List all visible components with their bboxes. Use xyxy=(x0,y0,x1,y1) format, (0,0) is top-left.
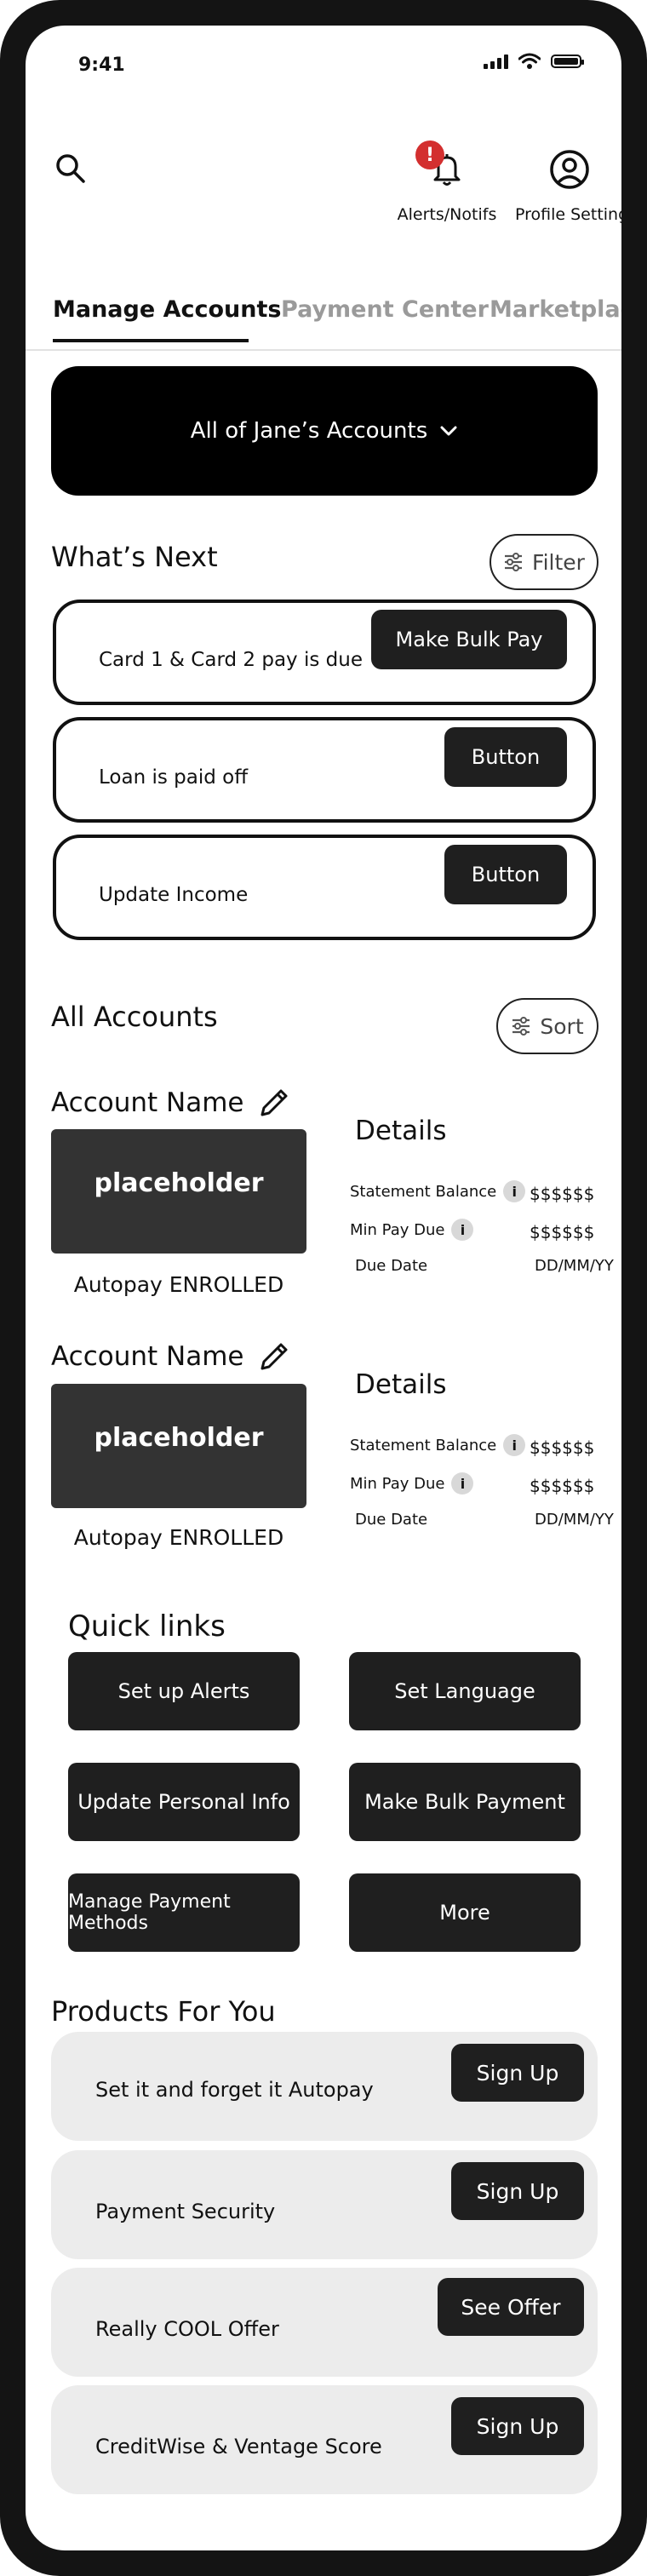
detail-value: $$$$$$ xyxy=(530,1476,595,1496)
quick-link-set-language[interactable]: Set Language xyxy=(349,1652,581,1730)
quick-links-title: Quick links xyxy=(68,1609,226,1644)
sign-up-button[interactable]: Sign Up xyxy=(451,2397,584,2455)
statement-balance-row: Statement Balance i xyxy=(350,1434,526,1456)
detail-label: Statement Balance xyxy=(350,1182,497,1201)
profile-label: Profile Settings xyxy=(515,205,621,224)
quick-link-make-bulk-payment[interactable]: Make Bulk Payment xyxy=(349,1763,581,1841)
min-pay-due-row: Min Pay Due i xyxy=(350,1219,474,1241)
update-income-button[interactable]: Button xyxy=(444,845,567,904)
quick-link-update-personal-info[interactable]: Update Personal Info xyxy=(68,1763,300,1841)
account-name-label: Account Name xyxy=(51,1087,244,1118)
account-image-placeholder: placeholder xyxy=(51,1129,306,1254)
detail-label: Statement Balance xyxy=(350,1436,497,1454)
details-title: Details xyxy=(355,1369,447,1400)
whats-next-text: Card 1 & Card 2 pay is due xyxy=(99,649,363,671)
statement-balance-row: Statement Balance i xyxy=(350,1180,526,1202)
loan-action-button[interactable]: Button xyxy=(444,727,567,787)
detail-value: $$$$$$ xyxy=(530,1184,595,1204)
filter-button[interactable]: Filter xyxy=(490,534,598,590)
due-date-row: Due Date xyxy=(355,1511,427,1529)
info-icon[interactable]: i xyxy=(451,1472,474,1495)
profile-icon xyxy=(550,150,589,189)
phone-screen: 9:41 ! Alerts/Notifs Profile Setting xyxy=(26,26,621,2550)
whats-next-title: What’s Next xyxy=(51,541,218,573)
product-card: CreditWise & Ventage Score Sign Up xyxy=(51,2385,598,2494)
tab-divider xyxy=(26,349,621,351)
whats-next-card: Update Income Button xyxy=(53,835,596,940)
autopay-status: Autopay ENROLLED xyxy=(73,1272,284,1297)
sort-button[interactable]: Sort xyxy=(496,998,598,1054)
detail-value: DD/MM/YY xyxy=(535,1511,614,1529)
product-text: Payment Security xyxy=(95,2200,276,2223)
filter-label: Filter xyxy=(532,549,585,575)
quick-link-set-up-alerts[interactable]: Set up Alerts xyxy=(68,1652,300,1730)
active-tab-indicator xyxy=(53,339,249,342)
tab-marketplace[interactable]: Marketplace xyxy=(490,296,621,323)
sort-label: Sort xyxy=(540,1013,584,1039)
search-icon[interactable] xyxy=(54,152,88,186)
quick-link-more[interactable]: More xyxy=(349,1873,581,1952)
detail-value: $$$$$$ xyxy=(530,1437,595,1458)
all-accounts-title: All Accounts xyxy=(51,1001,218,1033)
product-card: Really COOL Offer See Offer xyxy=(51,2268,598,2377)
product-text: Set it and forget it Autopay xyxy=(95,2078,374,2102)
sign-up-button[interactable]: Sign Up xyxy=(451,2044,584,2102)
info-icon[interactable]: i xyxy=(451,1219,474,1241)
products-title: Products For You xyxy=(51,1995,276,2028)
account-name-label: Account Name xyxy=(51,1341,244,1372)
due-date-row: Due Date xyxy=(355,1257,427,1275)
account-name: Account Name xyxy=(51,1086,291,1120)
signal-icon xyxy=(484,54,508,69)
autopay-status: Autopay ENROLLED xyxy=(73,1525,284,1550)
alerts-button[interactable]: ! Alerts/Notifs xyxy=(383,115,511,234)
whats-next-text: Loan is paid off xyxy=(99,766,249,789)
product-card: Set it and forget it Autopay Sign Up xyxy=(51,2032,598,2141)
alert-badge: ! xyxy=(415,141,444,169)
info-icon[interactable]: i xyxy=(503,1180,526,1202)
account-name: Account Name xyxy=(51,1340,291,1374)
detail-value: $$$$$$ xyxy=(530,1222,595,1242)
pencil-icon[interactable] xyxy=(257,1086,291,1120)
details-title: Details xyxy=(355,1116,447,1146)
chevron-down-icon xyxy=(440,426,457,436)
make-bulk-pay-button[interactable]: Make Bulk Pay xyxy=(371,610,567,669)
account-image-placeholder: placeholder xyxy=(51,1384,306,1508)
account-selector[interactable]: All of Jane’s Accounts xyxy=(51,366,598,496)
whats-next-text: Update Income xyxy=(99,884,249,906)
wifi-icon xyxy=(518,53,541,69)
info-icon[interactable]: i xyxy=(503,1434,526,1456)
status-icons xyxy=(484,53,584,70)
alerts-label: Alerts/Notifs xyxy=(397,205,497,224)
product-text: Really COOL Offer xyxy=(95,2317,279,2341)
product-text: CreditWise & Ventage Score xyxy=(95,2435,382,2458)
profile-settings-button[interactable]: Profile Settings xyxy=(515,115,621,234)
detail-label: Min Pay Due xyxy=(350,1220,445,1239)
filter-icon xyxy=(505,553,523,571)
product-card: Payment Security Sign Up xyxy=(51,2150,598,2259)
see-offer-button[interactable]: See Offer xyxy=(438,2278,584,2336)
quick-link-manage-payment-methods[interactable]: Manage Payment Methods xyxy=(68,1873,300,1952)
sort-icon xyxy=(512,1017,530,1036)
pencil-icon[interactable] xyxy=(257,1340,291,1374)
min-pay-due-row: Min Pay Due i xyxy=(350,1472,474,1495)
whats-next-card: Card 1 & Card 2 pay is due Make Bulk Pay xyxy=(53,600,596,705)
tab-payment-center[interactable]: Payment Center xyxy=(281,296,489,323)
detail-label: Due Date xyxy=(355,1511,428,1529)
detail-value: DD/MM/YY xyxy=(535,1257,614,1275)
battery-icon xyxy=(551,55,584,68)
phone-frame: 9:41 ! Alerts/Notifs Profile Setting xyxy=(0,0,647,2576)
tab-manage-accounts[interactable]: Manage Accounts xyxy=(53,296,281,323)
sign-up-button[interactable]: Sign Up xyxy=(451,2162,584,2220)
tab-bar: Manage Accounts Payment Center Marketpla… xyxy=(26,281,621,351)
detail-label: Due Date xyxy=(355,1257,428,1275)
account-selector-label: All of Jane’s Accounts xyxy=(190,418,428,444)
detail-label: Min Pay Due xyxy=(350,1474,445,1493)
status-time: 9:41 xyxy=(78,55,125,76)
whats-next-card: Loan is paid off Button xyxy=(53,717,596,823)
